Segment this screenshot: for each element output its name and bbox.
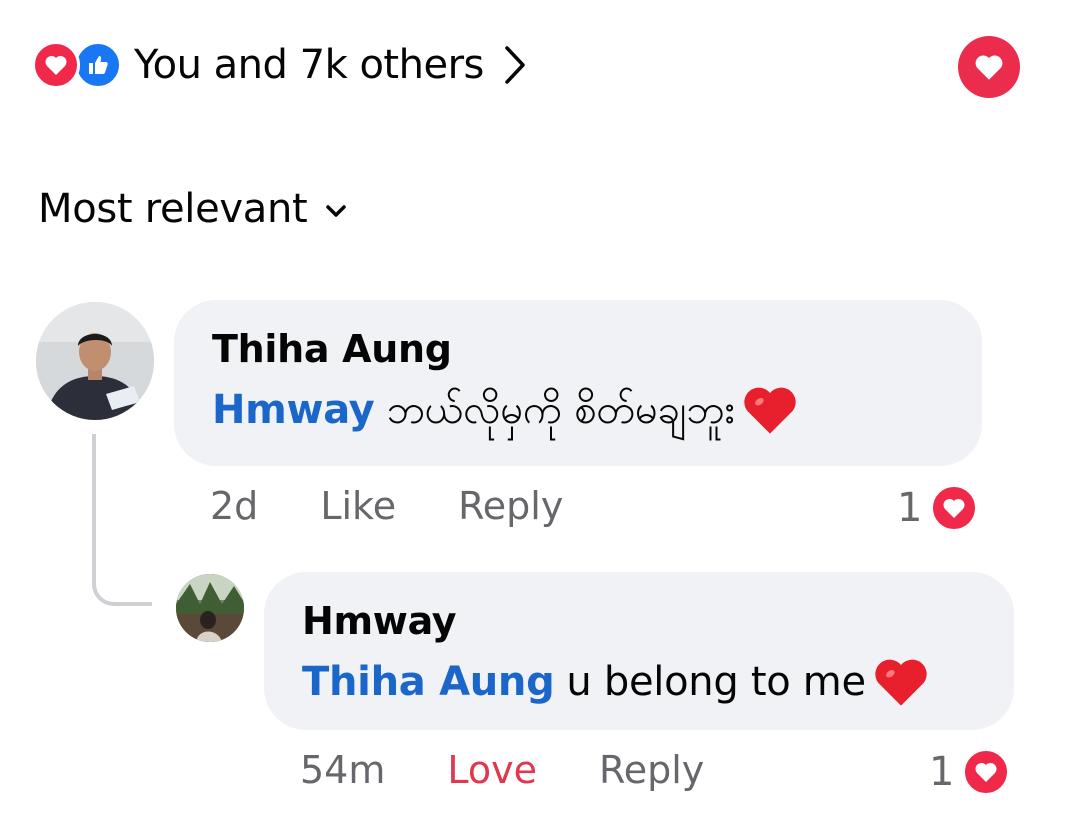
reaction-count-value: 1 (897, 485, 923, 531)
comment-body: Thiha Aung u belong to me (302, 654, 978, 710)
comment-text: u belong to me (566, 659, 866, 705)
reaction-count-value: 1 (929, 749, 955, 795)
reaction-count[interactable]: 1 (929, 748, 1011, 796)
like-button[interactable]: Like (320, 484, 396, 528)
comment-actions: 2d Like Reply (210, 484, 625, 528)
reactions-summary[interactable]: You and 7k others (32, 40, 526, 90)
red-heart-icon (741, 384, 799, 436)
reactions-summary-text: You and 7k others (134, 42, 484, 88)
comment-actions: 54m Love Reply (300, 748, 766, 792)
reply-button[interactable]: Reply (458, 484, 563, 528)
comment-bubble[interactable]: Thiha Aung Hmway ဘယ်လိုမှကို စိတ်မချဘူး (174, 300, 982, 466)
reply-button[interactable]: Reply (599, 748, 704, 792)
mention-link[interactable]: Hmway (212, 382, 375, 438)
love-reaction-icon (962, 748, 1011, 796)
mention-link[interactable]: Thiha Aung (302, 654, 555, 710)
chevron-down-icon (325, 204, 347, 218)
like-reaction-icon (74, 41, 122, 89)
comment-author[interactable]: Hmway (302, 598, 978, 644)
red-heart-icon (872, 656, 930, 708)
avatar[interactable] (176, 574, 244, 642)
love-react-button[interactable] (958, 36, 1020, 98)
love-reaction-icon (32, 41, 80, 89)
comment-text: ဘယ်လိုမှကို စိတ်မချဘူး (386, 387, 735, 433)
comment-timestamp: 54m (300, 748, 386, 792)
comment-timestamp: 2d (210, 484, 259, 528)
reaction-count[interactable]: 1 (897, 484, 979, 532)
reply-bubble[interactable]: Hmway Thiha Aung u belong to me (264, 572, 1014, 730)
love-button[interactable]: Love (447, 748, 537, 792)
reply-thread-line (92, 434, 152, 606)
avatar[interactable] (36, 302, 154, 420)
comment-body: Hmway ဘယ်လိုမှကို စိတ်မချဘူး (212, 382, 946, 438)
chevron-right-icon (504, 45, 526, 85)
sort-dropdown[interactable]: Most relevant (38, 186, 347, 232)
sort-label: Most relevant (38, 186, 308, 232)
comment-author[interactable]: Thiha Aung (212, 326, 946, 372)
love-reaction-icon (930, 484, 979, 532)
